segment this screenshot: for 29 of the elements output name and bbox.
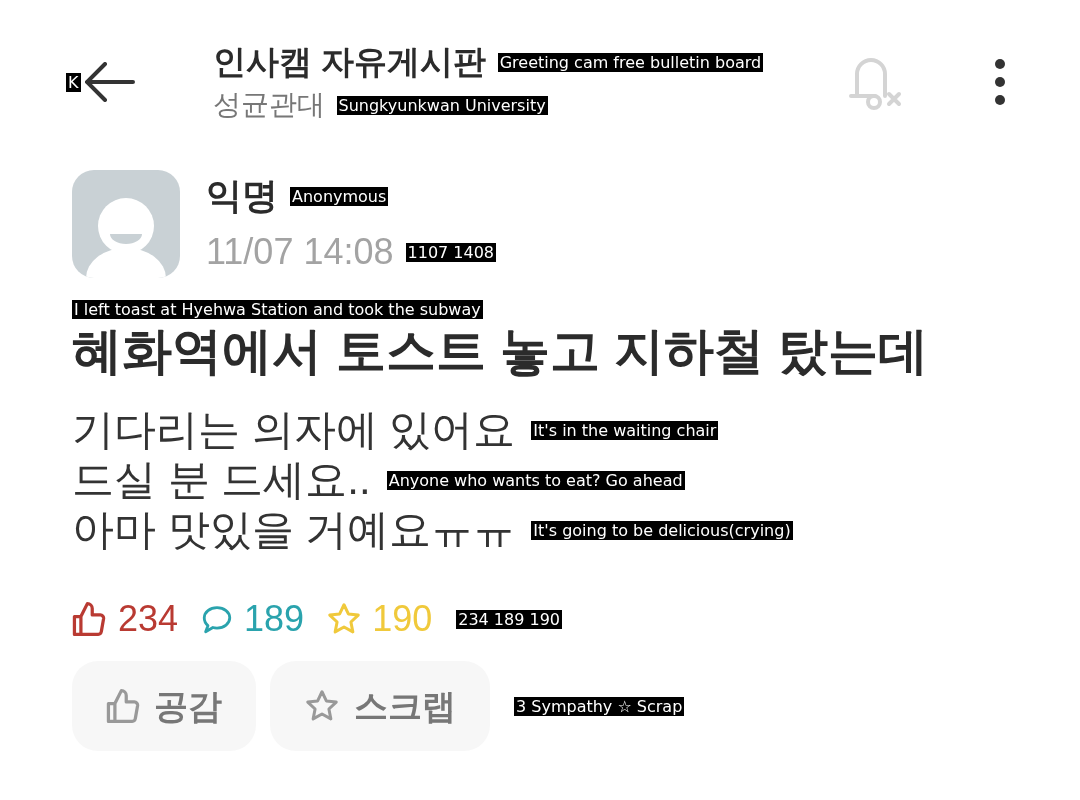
translation-label: K <box>66 72 81 92</box>
board-title: 인사캠 자유게시판 <box>212 42 486 82</box>
translation-label: Greeting cam free bulletin board <box>497 52 764 72</box>
post-body-line: 기다리는 의자에 있어요 <box>72 405 516 455</box>
back-arrow-icon <box>84 62 135 102</box>
post-body-line: 아마 맛있을 거예요ㅠㅠ <box>72 505 516 555</box>
thumbs-up-icon <box>106 689 140 723</box>
like-button[interactable]: 공감 <box>72 661 256 751</box>
translation-label: I left toast at Hyehwa Station and took the subway <box>72 300 483 319</box>
translation-label: Anonymous <box>290 186 389 206</box>
translation-label: 234 189 190 <box>456 609 563 629</box>
scrap-count: 190 <box>372 599 433 639</box>
school-name: 성균관대 <box>212 88 325 122</box>
translation-label: It's going to be delicious(crying) <box>531 520 793 540</box>
translation-label: 1107 1408 <box>405 242 497 262</box>
like-count: 234 <box>118 599 179 639</box>
author-name: 익명 <box>206 175 278 217</box>
translation-label: Sungkyunkwan University <box>336 95 548 115</box>
comment-count: 189 <box>244 599 305 639</box>
post-date: 11/07 14:08 <box>206 231 394 273</box>
post-title: 혜화역에서 토스트 놓고 지하철 탔는데 <box>72 322 928 381</box>
translation-label: 3 Sympathy ☆ Scrap <box>514 696 685 716</box>
post-body-line: 드실 분 드세요.. <box>72 455 371 505</box>
thumbs-up-icon <box>72 602 106 636</box>
translation-label: Anyone who wants to eat? Go ahead <box>386 470 685 490</box>
kebab-menu-icon <box>994 58 1006 106</box>
translation-label: It's in the waiting chair <box>531 420 719 440</box>
avatar-icon <box>72 170 180 278</box>
scrap-button[interactable]: 스크랩 <box>270 661 490 751</box>
